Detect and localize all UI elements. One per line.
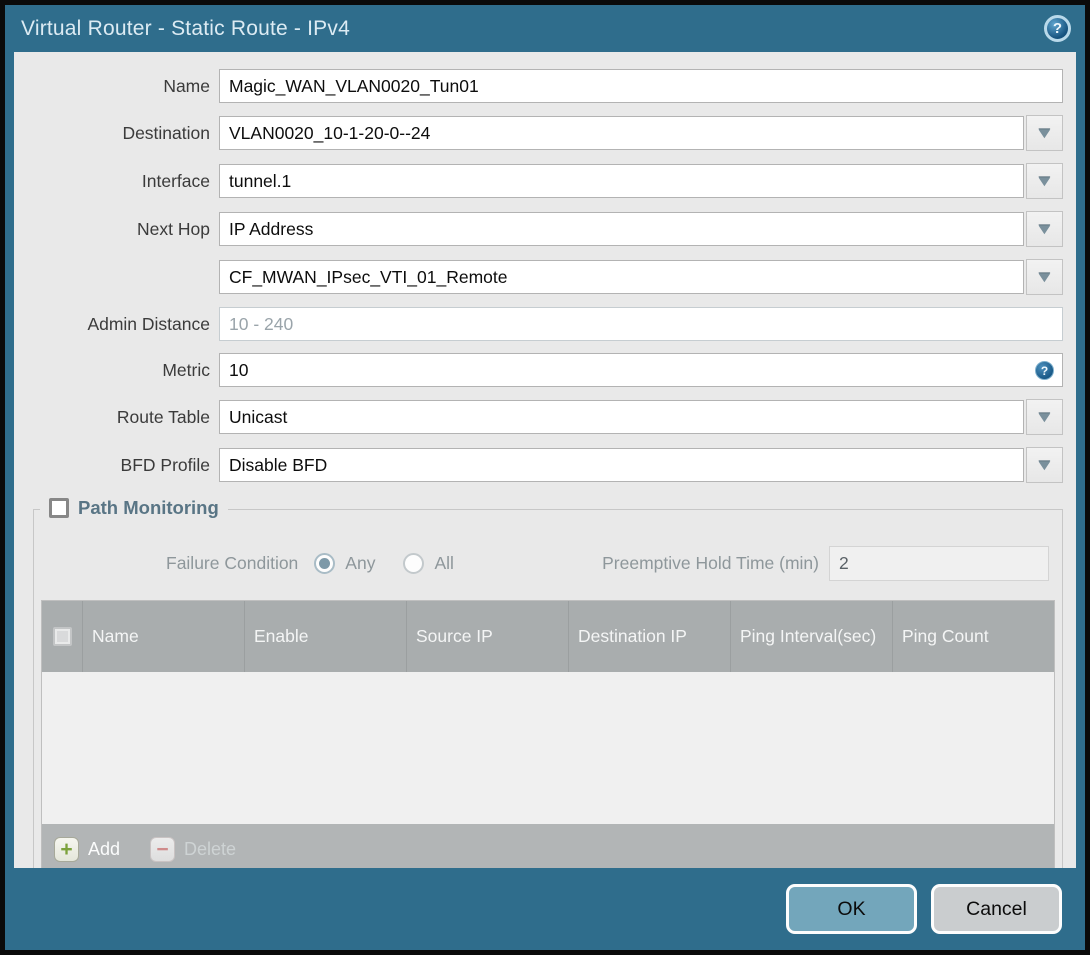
next-hop-dropdown-button[interactable]: ▼: [1026, 211, 1063, 247]
path-monitoring-legend: Path Monitoring: [40, 497, 228, 519]
cancel-button[interactable]: Cancel: [931, 884, 1062, 934]
bfd-profile-label: BFD Profile: [120, 454, 210, 475]
chevron-down-icon: ▼: [1034, 456, 1055, 474]
bfd-profile-select[interactable]: [219, 448, 1024, 482]
bfd-profile-dropdown-button[interactable]: ▼: [1026, 447, 1063, 483]
next-hop-select[interactable]: [219, 212, 1024, 246]
chevron-down-icon: ▼: [1034, 268, 1055, 286]
form-row-name: Name: [14, 69, 1063, 103]
metric-label: Metric: [162, 359, 210, 380]
destination-input[interactable]: [219, 116, 1024, 150]
column-header-enable: Enable: [244, 601, 406, 672]
radio-all-circle-icon: [403, 553, 425, 574]
bfd-profile-fieldwrap: ▼: [219, 447, 1063, 483]
route-table-select[interactable]: [219, 400, 1024, 434]
interface-input[interactable]: [219, 164, 1024, 198]
ok-button[interactable]: OK: [786, 884, 917, 934]
failure-condition-radio-group: Any All: [314, 553, 468, 574]
route-table-label: Route Table: [116, 406, 210, 427]
next-hop-label: Next Hop: [137, 218, 210, 239]
add-button-label: Add: [88, 838, 121, 859]
destination-dropdown-button[interactable]: ▼: [1026, 115, 1063, 151]
radio-all-label: All: [434, 553, 454, 573]
next-hop-address-fieldwrap: ▼: [219, 259, 1063, 295]
column-header-name: Name: [82, 601, 244, 672]
chevron-down-icon: ▼: [1034, 408, 1055, 426]
path-monitoring-title: Path Monitoring: [78, 497, 219, 518]
column-header-source-ip: Source IP: [406, 601, 568, 672]
preemptive-hold-label: Preemptive Hold Time (min): [602, 553, 819, 573]
static-route-dialog: Virtual Router - Static Route - IPv4 ? N…: [0, 0, 1090, 955]
table-header-select-all: [42, 601, 82, 672]
column-header-ping-interval: Ping Interval(sec): [730, 601, 892, 672]
form-row-interface: Interface ▼: [14, 163, 1063, 199]
add-button[interactable]: + Add: [54, 836, 121, 862]
column-header-ping-count: Ping Count: [892, 601, 1054, 672]
failure-condition-row: Failure Condition Any All Preemptive Hol…: [166, 546, 1049, 581]
path-monitoring-table: Name Enable Source IP Destination IP Pin…: [41, 600, 1055, 868]
route-table-fieldwrap: ▼: [219, 399, 1063, 435]
failure-condition-label: Failure Condition: [166, 553, 299, 573]
interface-dropdown-button[interactable]: ▼: [1026, 163, 1063, 199]
next-hop-fieldwrap: ▼: [219, 211, 1063, 247]
form-row-admin-distance: Admin Distance: [14, 307, 1063, 341]
interface-label: Interface: [141, 170, 210, 191]
radio-any[interactable]: Any: [314, 553, 375, 574]
form-row-destination: Destination ▼: [14, 115, 1063, 151]
form-row-bfd-profile: BFD Profile ▼: [14, 447, 1063, 483]
table-action-bar: + Add − Delete: [42, 824, 1054, 868]
table-body-empty: [42, 672, 1054, 824]
minus-icon: −: [150, 836, 176, 862]
destination-label: Destination: [122, 122, 210, 143]
preemptive-hold-group: Preemptive Hold Time (min): [602, 546, 1049, 581]
admin-distance-input[interactable]: [219, 307, 1063, 341]
form-row-next-hop: Next Hop ▼: [14, 211, 1063, 247]
table-header-row: Name Enable Source IP Destination IP Pin…: [42, 601, 1054, 672]
admin-distance-fieldwrap: [219, 307, 1063, 341]
name-label: Name: [163, 75, 210, 96]
form-row-metric: Metric ?: [14, 353, 1063, 387]
form-row-route-table: Route Table ▼: [14, 399, 1063, 435]
dialog-title: Virtual Router - Static Route - IPv4: [21, 16, 350, 40]
chevron-down-icon: ▼: [1034, 172, 1055, 190]
delete-button-label: Delete: [184, 838, 237, 859]
help-icon[interactable]: ?: [1044, 15, 1071, 42]
next-hop-address-dropdown-button[interactable]: ▼: [1026, 259, 1063, 295]
chevron-down-icon: ▼: [1034, 220, 1055, 238]
dialog-footer: OK Cancel: [5, 868, 1085, 950]
route-table-dropdown-button[interactable]: ▼: [1026, 399, 1063, 435]
radio-any-label: Any: [345, 553, 376, 573]
dialog-titlebar: Virtual Router - Static Route - IPv4 ?: [5, 5, 1085, 52]
preemptive-hold-input[interactable]: [829, 546, 1049, 581]
radio-any-circle-icon: [314, 553, 336, 574]
name-input[interactable]: [219, 69, 1063, 103]
column-header-destination-ip: Destination IP: [568, 601, 730, 672]
metric-help-icon[interactable]: ?: [1035, 361, 1054, 380]
radio-all[interactable]: All: [403, 553, 454, 574]
path-monitoring-checkbox[interactable]: [49, 498, 69, 518]
path-monitoring-section: Path Monitoring Failure Condition Any Al…: [33, 497, 1063, 868]
metric-input[interactable]: [219, 353, 1063, 387]
admin-distance-label: Admin Distance: [87, 313, 210, 334]
select-all-checkbox[interactable]: [52, 627, 72, 646]
chevron-down-icon: ▼: [1034, 124, 1055, 142]
dialog-body: Name Destination ▼ Interface ▼ Next Hop: [14, 52, 1076, 868]
form-row-next-hop-address: ▼: [14, 259, 1063, 295]
plus-icon: +: [54, 836, 79, 862]
name-fieldwrap: [219, 69, 1063, 103]
next-hop-address-input[interactable]: [219, 260, 1024, 294]
delete-button[interactable]: − Delete: [150, 836, 237, 862]
metric-fieldwrap: ?: [219, 353, 1063, 387]
destination-fieldwrap: ▼: [219, 115, 1063, 151]
interface-fieldwrap: ▼: [219, 163, 1063, 199]
